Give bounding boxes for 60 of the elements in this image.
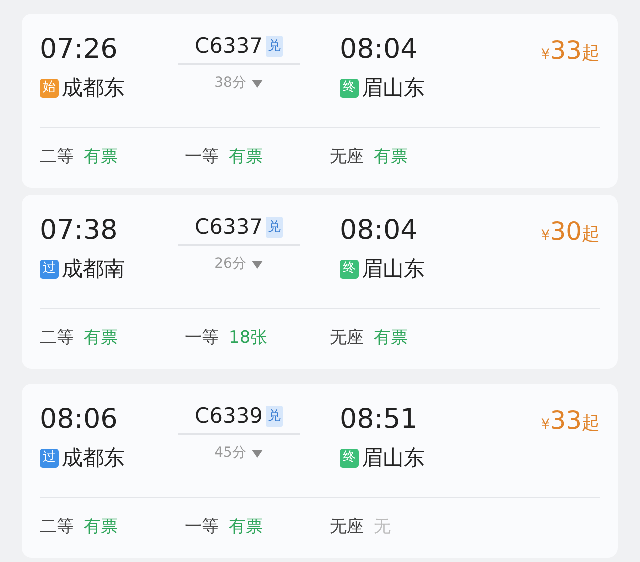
caret-icon[interactable] <box>252 450 264 458</box>
train-number: C6337 <box>194 214 264 241</box>
station-name: 眉山东 <box>362 445 425 472</box>
station-name: 成都东 <box>62 75 125 102</box>
price-suffix: 起 <box>582 412 600 436</box>
seat-class: 二等 <box>40 146 74 170</box>
exchange-tag: 兑 <box>266 216 284 238</box>
price-amount: 33 <box>550 405 582 437</box>
caret-icon[interactable] <box>252 260 264 269</box>
train-card[interactable]: 07:26 始 成都东 C6337 兑 38分 08:04 终 眉山东 ¥33起 二等 有票 一等 有票 无座 有票 <box>22 14 618 188</box>
currency-sign: ¥ <box>541 227 550 246</box>
seat-class: 一等 <box>185 327 219 350</box>
seat-class: 无座 <box>330 327 364 350</box>
departure-time: 07:26 <box>40 33 118 67</box>
seat-class: 二等 <box>40 327 74 350</box>
station-name: 眉山东 <box>362 256 425 284</box>
seat-class: 无座 <box>330 516 364 540</box>
currency-sign: ¥ <box>541 416 550 435</box>
duration-text: 26分 <box>214 255 246 274</box>
exchange-tag: 兑 <box>266 406 284 428</box>
station-tag: 终 <box>340 449 359 468</box>
seat-class: 一等 <box>185 146 219 170</box>
departure-time: 07:38 <box>40 214 118 248</box>
currency-sign: ¥ <box>541 46 550 65</box>
ticket-status: 有票 <box>84 516 118 540</box>
price-amount: 33 <box>550 35 582 67</box>
ticket-status: 有票 <box>84 327 118 350</box>
station-tag: 始 <box>40 79 59 98</box>
duration-text: 38分 <box>214 74 246 94</box>
ticket-status: 18张 <box>229 327 268 350</box>
train-number: C6337 <box>194 33 264 60</box>
ticket-status: 有票 <box>374 327 408 350</box>
exchange-tag: 兑 <box>266 36 284 58</box>
price-suffix: 起 <box>582 42 600 66</box>
seat-class: 二等 <box>40 516 74 540</box>
station-tag: 终 <box>340 79 359 98</box>
station-tag: 过 <box>40 449 59 468</box>
train-card[interactable]: 07:38 过 成都南 C6337 兑 26分 08:04 终 眉山东 ¥30起 二等 有票 一等 18张 无座 有票 <box>22 195 618 369</box>
seat-class: 一等 <box>185 516 219 540</box>
arrival-time: 08:51 <box>340 403 418 437</box>
arrival-time: 08:04 <box>340 214 418 248</box>
station-name: 成都东 <box>62 445 125 472</box>
station-tag: 过 <box>40 260 59 280</box>
ticket-status: 有票 <box>229 516 263 540</box>
station-tag: 终 <box>340 260 359 280</box>
departure-time: 08:06 <box>40 403 118 437</box>
train-card[interactable]: 08:06 过 成都东 C6339 兑 45分 08:51 终 眉山东 ¥33起 二等 有票 一等 有票 无座 无 <box>22 384 618 558</box>
ticket-status: 有票 <box>84 146 118 170</box>
ticket-status: 无 <box>374 516 391 540</box>
station-name: 眉山东 <box>362 75 425 102</box>
caret-icon[interactable] <box>252 80 264 88</box>
price-amount: 30 <box>550 216 582 248</box>
train-number: C6339 <box>194 403 264 430</box>
ticket-status: 有票 <box>229 146 263 170</box>
arrival-time: 08:04 <box>340 33 418 67</box>
price-suffix: 起 <box>582 223 600 247</box>
station-name: 成都南 <box>62 256 125 284</box>
duration-text: 45分 <box>214 444 246 464</box>
ticket-status: 有票 <box>374 146 408 170</box>
seat-class: 无座 <box>330 146 364 170</box>
